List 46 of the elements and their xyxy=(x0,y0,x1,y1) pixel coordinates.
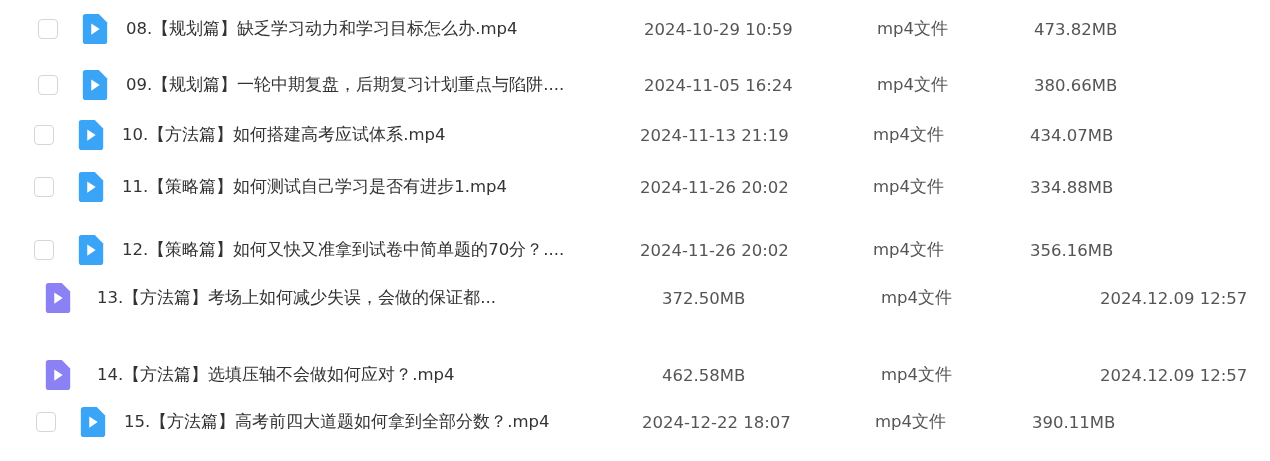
file-name[interactable]: 14.【方法篇】选填压轴不会做如何应对？.mp4 xyxy=(97,364,662,386)
file-type: mp4文件 xyxy=(881,287,954,309)
video-file-icon xyxy=(78,235,104,265)
modified-date: 2024-11-26 20:02 xyxy=(640,177,790,197)
file-size: 434.07MB xyxy=(1030,125,1115,145)
file-type: mp4文件 xyxy=(877,18,950,40)
file-type: mp4文件 xyxy=(881,364,954,386)
video-file-icon xyxy=(78,120,104,150)
modified-date: 2024-11-26 20:02 xyxy=(640,240,790,260)
video-file-icon xyxy=(78,172,104,202)
checkbox[interactable] xyxy=(34,240,54,260)
video-file-icon xyxy=(45,360,71,390)
modified-date: 2024-11-05 16:24 xyxy=(644,75,794,95)
file-size: 473.82MB xyxy=(1034,19,1119,39)
checkbox[interactable] xyxy=(34,125,54,145)
checkbox[interactable] xyxy=(38,19,58,39)
file-size: 334.88MB xyxy=(1030,177,1115,197)
video-file-icon xyxy=(82,70,108,100)
file-type: mp4文件 xyxy=(877,74,950,96)
file-name[interactable]: 15.【方法篇】高考前四大道题如何拿到全部分数？.mp4 xyxy=(124,411,642,433)
video-file-icon xyxy=(82,14,108,44)
modified-date: 2024.12.09 12:57 xyxy=(1100,365,1249,385)
file-name[interactable]: 13.【方法篇】考场上如何减少失误，会做的保证都... xyxy=(97,287,662,309)
file-size: 372.50MB xyxy=(662,288,747,308)
file-type: mp4文件 xyxy=(875,411,948,433)
modified-date: 2024-10-29 10:59 xyxy=(644,19,794,39)
video-file-icon xyxy=(45,283,71,313)
checkbox[interactable] xyxy=(38,75,58,95)
modified-date: 2024-12-22 18:07 xyxy=(642,412,792,432)
file-type: mp4文件 xyxy=(873,176,946,198)
file-name[interactable]: 08.【规划篇】缺乏学习动力和学习目标怎么办.mp4 xyxy=(126,18,644,40)
file-name[interactable]: 09.【规划篇】一轮中期复盘，后期复习计划重点与陷阱.... xyxy=(126,74,644,96)
file-size: 380.66MB xyxy=(1034,75,1119,95)
file-size: 462.58MB xyxy=(662,365,747,385)
checkbox[interactable] xyxy=(34,177,54,197)
file-type: mp4文件 xyxy=(873,124,946,146)
file-name[interactable]: 12.【策略篇】如何又快又准拿到试卷中简单题的70分？.... xyxy=(122,239,640,261)
modified-date: 2024-11-13 21:19 xyxy=(640,125,790,145)
file-type: mp4文件 xyxy=(873,239,946,261)
file-size: 390.11MB xyxy=(1032,412,1117,432)
video-file-icon xyxy=(80,407,106,437)
checkbox[interactable] xyxy=(36,412,56,432)
file-name[interactable]: 10.【方法篇】如何搭建高考应试体系.mp4 xyxy=(122,124,640,146)
file-size: 356.16MB xyxy=(1030,240,1115,260)
file-name[interactable]: 11.【策略篇】如何测试自己学习是否有进步1.mp4 xyxy=(122,176,640,198)
modified-date: 2024.12.09 12:57 xyxy=(1100,288,1249,308)
